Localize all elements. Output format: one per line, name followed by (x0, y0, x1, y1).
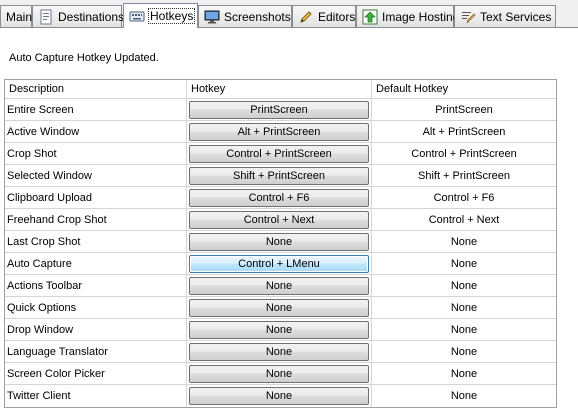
hotkey-cell: None (187, 319, 372, 340)
default-hotkey-cell: None (450, 301, 478, 314)
hotkey-button[interactable]: None (189, 276, 369, 295)
description-cell: Quick Options (5, 297, 187, 318)
hotkey-cell: PrintScreen (187, 99, 372, 120)
text-edit-icon (460, 9, 476, 25)
tab-hotkeys-label: Hotkeys (147, 8, 196, 24)
tab-destinations[interactable]: Destinations (32, 5, 125, 27)
default-hotkey-cell: None (450, 279, 478, 292)
description-cell: Active Window (5, 121, 187, 142)
table-row[interactable]: Language Translator None None (5, 341, 556, 363)
description-cell: Entire Screen (5, 99, 187, 120)
default-hotkey-cell: None (450, 235, 478, 248)
default-hotkey-cell: Control + PrintScreen (411, 147, 517, 160)
tab-editors[interactable]: Editors (292, 5, 356, 27)
hotkey-cell: None (187, 341, 372, 362)
column-header-description[interactable]: Description (5, 80, 187, 98)
tab-editors-label: Editors (318, 9, 356, 24)
tab-main-label: Main (6, 9, 33, 24)
document-icon (38, 9, 54, 25)
hotkey-button[interactable]: None (189, 320, 369, 339)
grid-header: Description Hotkey Default Hotkey (5, 80, 556, 99)
tab-text-services-label: Text Services (480, 9, 552, 24)
tab-screenshots[interactable]: Screenshots (198, 5, 292, 27)
upload-icon (362, 9, 378, 25)
hotkey-button[interactable]: Alt + PrintScreen (189, 122, 369, 141)
hotkey-cell: None (187, 385, 372, 407)
tab-hotkeys[interactable]: Hotkeys (123, 3, 198, 28)
table-row[interactable]: Clipboard Upload Control + F6 Control + … (5, 187, 556, 209)
tab-image-hosting[interactable]: Image Hosting (356, 5, 459, 27)
description-cell: Selected Window (5, 165, 187, 186)
default-hotkey-cell: None (450, 323, 478, 336)
pencil-icon (298, 9, 314, 25)
column-header-default-hotkey[interactable]: Default Hotkey (372, 80, 556, 98)
monitor-icon (204, 9, 220, 25)
default-hotkey-cell: None (450, 257, 478, 270)
description-cell: Drop Window (5, 319, 187, 340)
default-hotkey-cell: None (450, 390, 478, 402)
hotkey-button[interactable]: None (189, 387, 369, 405)
status-message: Auto Capture Hotkey Updated. (9, 52, 159, 64)
hotkey-cell: None (187, 275, 372, 296)
tab-destinations-label: Destinations (58, 9, 125, 24)
hotkey-button[interactable]: Control + Next (189, 210, 369, 229)
hotkey-cell: Control + Next (187, 209, 372, 230)
default-hotkey-cell: None (450, 345, 478, 358)
hotkey-button[interactable]: Control + PrintScreen (189, 144, 369, 163)
hotkey-button[interactable]: Control + F6 (189, 188, 369, 207)
keyboard-icon (129, 8, 145, 24)
hotkey-button[interactable]: None (189, 232, 369, 251)
hotkey-cell: None (187, 231, 372, 252)
hotkey-cell: Shift + PrintScreen (187, 165, 372, 186)
hotkey-button[interactable]: None (189, 342, 369, 361)
table-row[interactable]: Drop Window None None (5, 319, 556, 341)
tab-strip: Main Destinations Hotkeys Screenshots Ed… (0, 0, 578, 28)
hotkeys-grid[interactable]: Description Hotkey Default Hotkey Entire… (4, 79, 557, 408)
default-hotkey-cell: Shift + PrintScreen (417, 169, 511, 182)
description-cell: Auto Capture (5, 253, 187, 274)
hotkey-cell: None (187, 297, 372, 318)
description-cell: Clipboard Upload (5, 187, 187, 208)
table-row[interactable]: Actions Toolbar None None (5, 275, 556, 297)
hotkey-cell: Control + LMenu (187, 253, 372, 274)
description-cell: Twitter Client (5, 385, 187, 407)
default-hotkey-cell: Control + F6 (433, 191, 495, 204)
hotkey-button[interactable]: Shift + PrintScreen (189, 166, 369, 185)
table-row[interactable]: Auto Capture Control + LMenu None (5, 253, 556, 275)
table-row[interactable]: Freehand Crop Shot Control + Next Contro… (5, 209, 556, 231)
description-cell: Language Translator (5, 341, 187, 362)
hotkeys-panel: Auto Capture Hotkey Updated. Description… (0, 28, 578, 415)
description-cell: Freehand Crop Shot (5, 209, 187, 230)
tab-screenshots-label: Screenshots (224, 9, 291, 24)
default-hotkey-cell: PrintScreen (435, 103, 493, 116)
tab-text-services[interactable]: Text Services (454, 5, 556, 27)
hotkey-button[interactable]: None (189, 364, 369, 383)
hotkey-cell: None (187, 363, 372, 384)
table-row[interactable]: Selected Window Shift + PrintScreen Shif… (5, 165, 556, 187)
description-cell: Screen Color Picker (5, 363, 187, 384)
hotkey-button[interactable]: None (189, 298, 369, 317)
table-row[interactable]: Active Window Alt + PrintScreen Alt + Pr… (5, 121, 556, 143)
hotkey-cell: Alt + PrintScreen (187, 121, 372, 142)
table-row[interactable]: Entire Screen PrintScreen PrintScreen (5, 99, 556, 121)
description-cell: Crop Shot (5, 143, 187, 164)
table-row[interactable]: Crop Shot Control + PrintScreen Control … (5, 143, 556, 165)
table-row[interactable]: Quick Options None None (5, 297, 556, 319)
hotkey-button[interactable]: PrintScreen (189, 100, 369, 119)
default-hotkey-cell: Control + Next (428, 213, 500, 226)
hotkey-button-focused[interactable]: Control + LMenu (189, 254, 369, 273)
column-header-hotkey[interactable]: Hotkey (187, 80, 372, 98)
description-cell: Actions Toolbar (5, 275, 187, 296)
table-row[interactable]: Last Crop Shot None None (5, 231, 556, 253)
tab-image-hosting-label: Image Hosting (382, 9, 460, 24)
tab-main[interactable]: Main (0, 5, 32, 27)
table-row[interactable]: Twitter Client None None (5, 385, 556, 407)
default-hotkey-cell: None (450, 367, 478, 380)
default-hotkey-cell: Alt + PrintScreen (422, 125, 506, 138)
description-cell: Last Crop Shot (5, 231, 187, 252)
table-row[interactable]: Screen Color Picker None None (5, 363, 556, 385)
hotkey-cell: Control + F6 (187, 187, 372, 208)
hotkey-cell: Control + PrintScreen (187, 143, 372, 164)
